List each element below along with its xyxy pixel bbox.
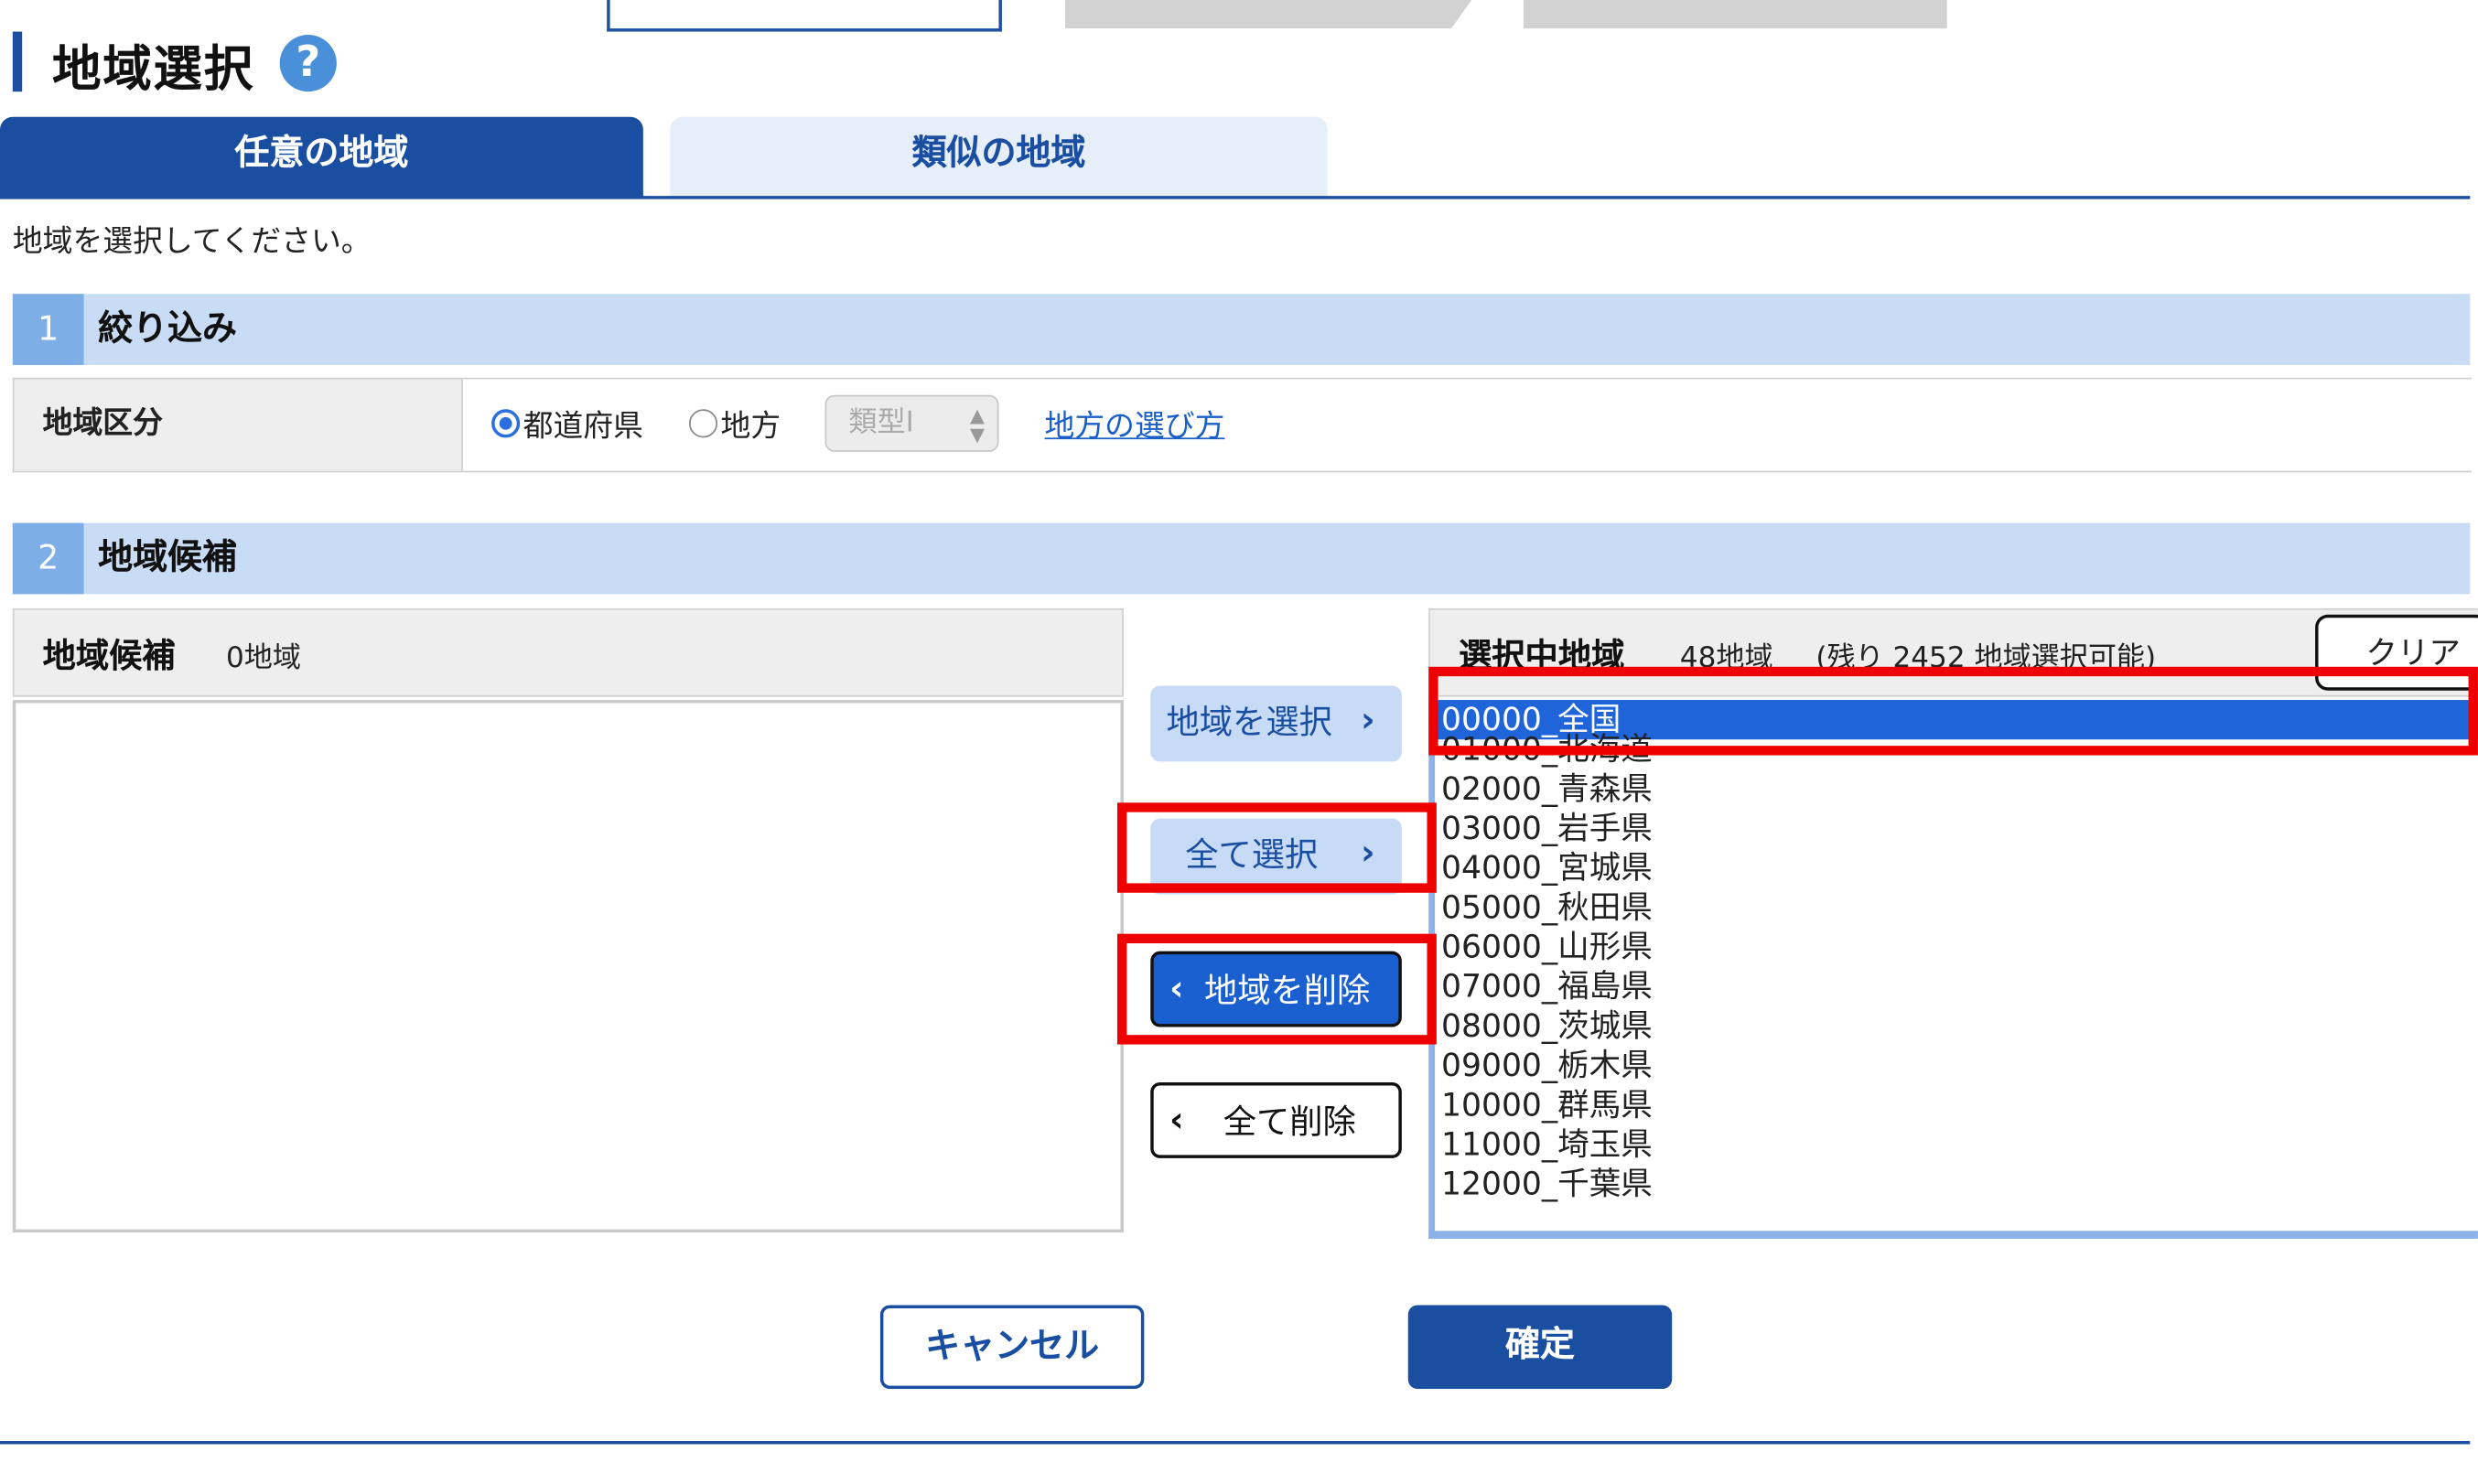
type-select-value: 類型Ⅰ xyxy=(848,405,914,440)
chevron-left-icon: ‹ xyxy=(1169,1101,1184,1141)
candidate-list[interactable] xyxy=(12,700,1124,1233)
instruction-text: 地域を選択してください。 xyxy=(12,224,372,260)
list-item[interactable]: 07000_福島県 xyxy=(1435,967,2478,1006)
type-select[interactable]: 類型Ⅰ ▲ ▼ xyxy=(824,394,999,452)
section-number: 1 xyxy=(12,294,84,365)
remove-all-button[interactable]: ‹ 全て削除 xyxy=(1150,1081,1402,1158)
footer-divider xyxy=(0,1441,2471,1445)
progress-step-1 xyxy=(607,0,1002,32)
radio-region-label[interactable]: 地方 xyxy=(721,403,781,446)
section-filter-header: 1 絞り込み xyxy=(12,294,2471,365)
select-region-label: 地域を選択 xyxy=(1166,703,1332,741)
section-candidates-header: 2 地域候補 xyxy=(12,522,2471,595)
progress-step-2 xyxy=(1064,0,1477,29)
confirm-button[interactable]: 確定 xyxy=(1407,1305,1673,1390)
cancel-button[interactable]: キャンセル xyxy=(879,1305,1145,1390)
section-number: 2 xyxy=(12,522,84,595)
section-label: 地域候補 xyxy=(98,538,238,579)
annotation-box xyxy=(1116,802,1437,893)
select-region-button[interactable]: 地域を選択 › xyxy=(1150,685,1402,762)
tab-similar-region[interactable]: 類似の地域 xyxy=(670,116,1328,198)
title-accent-bar xyxy=(12,31,23,92)
region-selection-page: 地域選択 ? 任意の地域 類似の地域 地域を選択してください。 1 絞り込み 地… xyxy=(0,0,2478,1479)
select-arrows-icon: ▲ ▼ xyxy=(969,404,985,446)
annotation-box xyxy=(1428,666,2478,756)
progress-step-3 xyxy=(1523,0,1947,29)
candidate-count: 0地域 xyxy=(225,641,301,675)
page-title: 地域選択 xyxy=(51,40,255,99)
list-item[interactable]: 09000_栃木県 xyxy=(1435,1046,2478,1085)
tab-arbitrary-region[interactable]: 任意の地域 xyxy=(0,116,643,198)
candidate-panel-header: 地域候補 0地域 xyxy=(12,608,1124,697)
radio-region[interactable] xyxy=(688,409,718,438)
remove-all-label: 全て削除 xyxy=(1223,1102,1356,1141)
selected-list[interactable]: 00000_全国 01000_北海道 02000_青森県 03000_岩手県 0… xyxy=(1428,700,2478,1239)
radio-prefecture[interactable] xyxy=(491,409,521,438)
annotation-box xyxy=(1116,933,1437,1045)
chevron-right-icon: › xyxy=(1360,701,1375,741)
list-item[interactable]: 10000_群馬県 xyxy=(1435,1085,2478,1124)
list-item[interactable]: 12000_千葉県 xyxy=(1435,1165,2478,1204)
candidate-panel-title: 地域候補 xyxy=(42,636,176,675)
radio-prefecture-label[interactable]: 都道府県 xyxy=(523,403,643,446)
list-item[interactable]: 04000_宮城県 xyxy=(1435,848,2478,887)
section-label: 絞り込み xyxy=(98,309,238,349)
list-item[interactable]: 06000_山形県 xyxy=(1435,928,2478,967)
region-type-label: 地域区分 xyxy=(14,379,464,471)
list-item[interactable]: 03000_岩手県 xyxy=(1435,809,2478,848)
list-item[interactable]: 02000_青森県 xyxy=(1435,769,2478,809)
question-icon[interactable]: ? xyxy=(279,34,337,92)
list-item[interactable]: 08000_茨城県 xyxy=(1435,1006,2478,1046)
list-item[interactable]: 05000_秋田県 xyxy=(1435,888,2478,928)
list-item[interactable]: 11000_埼玉県 xyxy=(1435,1125,2478,1165)
region-type-row: 地域区分 都道府県 地方 類型Ⅰ ▲ ▼ 地方の選び方 xyxy=(12,377,2473,473)
tab-underline xyxy=(0,196,2471,199)
region-help-link[interactable]: 地方の選び方 xyxy=(1045,403,1225,446)
